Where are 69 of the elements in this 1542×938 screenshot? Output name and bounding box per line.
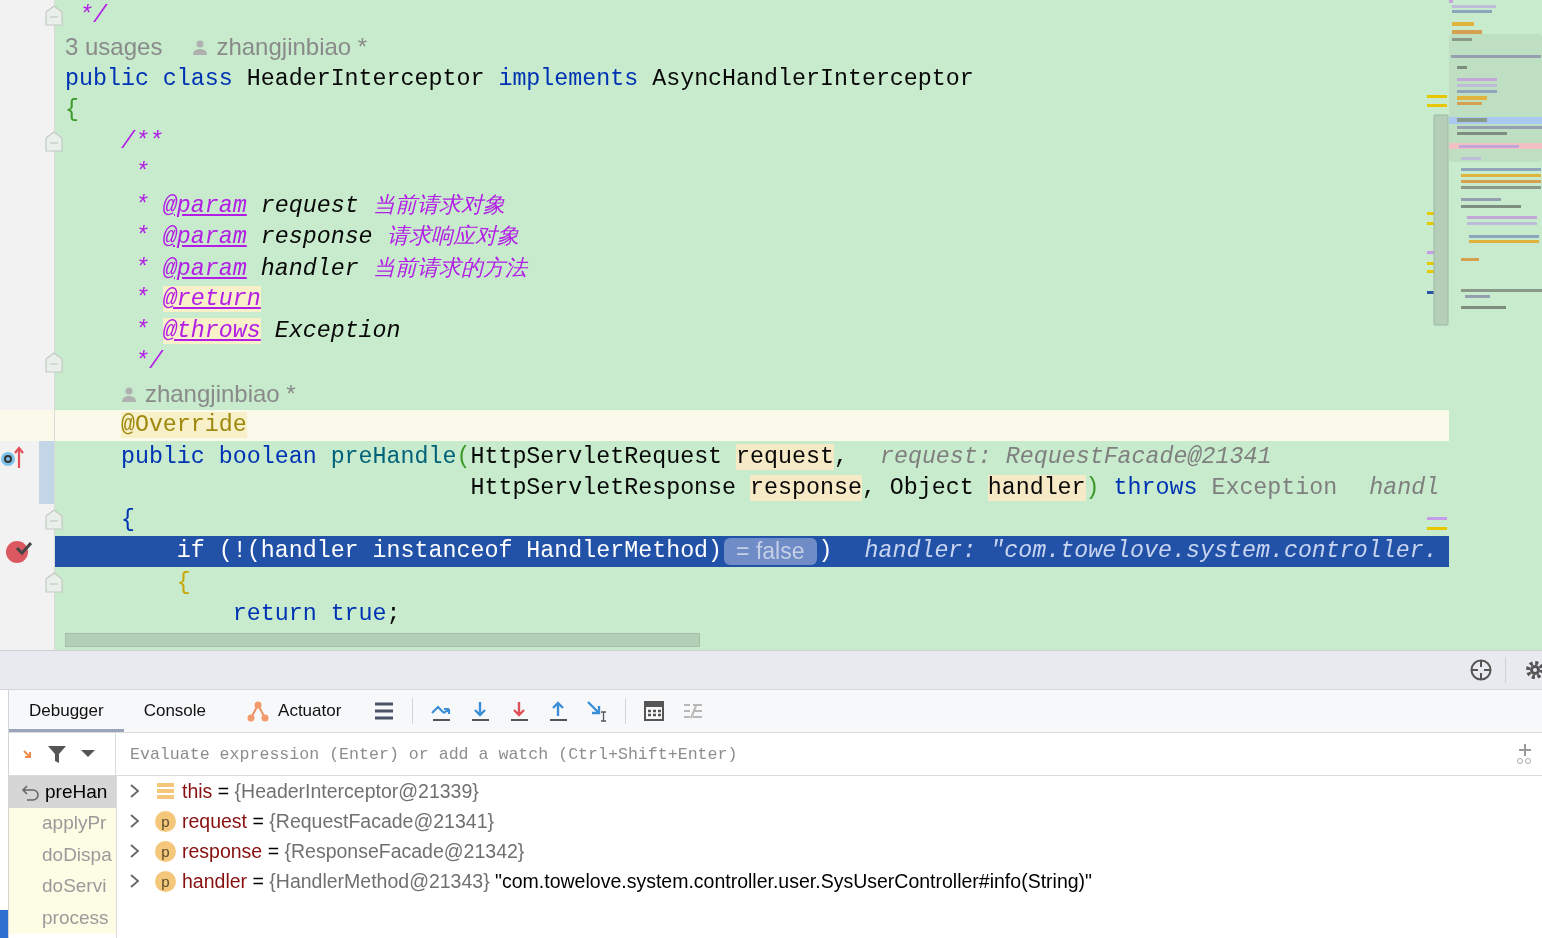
inline-value: handl — [1369, 475, 1440, 502]
force-step-into-icon[interactable] — [508, 700, 531, 722]
stack-frame[interactable]: process — [9, 902, 116, 934]
filter-icon[interactable] — [47, 744, 67, 764]
author-hint: zhangjinbiao * — [216, 33, 368, 62]
code-text: public class HeaderInterceptor implements AsyncHandlerInterceptor — [65, 65, 974, 92]
person-icon — [120, 385, 137, 402]
stack-frame[interactable]: doDispa — [9, 839, 116, 871]
stack-frame[interactable]: applyPr — [9, 807, 116, 839]
fold-marker[interactable] — [45, 5, 63, 26]
add-watch-icon[interactable] — [1516, 743, 1534, 765]
value-hint: = false — [724, 537, 817, 565]
code-text: public boolean preHandle(HttpServletRequest request, — [120, 443, 848, 470]
variable-entry: request = {RequestFacade@21341} — [182, 809, 494, 833]
parameter-badge: p — [155, 870, 176, 892]
author-hint: zhangjinbiao * — [144, 379, 296, 408]
code-text: */ — [79, 2, 107, 29]
step-into-icon[interactable] — [469, 700, 492, 722]
inline-value: request: RequestFacade@21341 — [879, 443, 1272, 470]
person-icon — [192, 39, 209, 56]
panel-tab[interactable]: Debugger — [9, 690, 124, 732]
code-text: * @param handler 当前请求的方法 — [134, 253, 527, 283]
breakpoint-icon[interactable] — [5, 538, 32, 564]
step-out-icon[interactable] — [547, 700, 570, 722]
fold-marker[interactable] — [45, 572, 63, 593]
code-text: HttpServletResponse response, Object handler) throws Exception — [470, 475, 1338, 502]
code-text: * @param request 当前请求对象 — [134, 190, 505, 220]
usages-hint[interactable]: 3 usages — [65, 33, 163, 62]
code-text: /** — [120, 128, 163, 155]
parameter-badge: p — [155, 810, 176, 832]
nodes-icon — [246, 699, 271, 723]
code-text: * @param response 请求响应对象 — [134, 222, 519, 252]
run-to-cursor-icon[interactable] — [586, 700, 609, 722]
fields-icon — [155, 780, 176, 802]
panel-tab[interactable]: Console — [123, 690, 227, 732]
code-text: ) — [818, 538, 833, 565]
step-arrow-icon — [23, 749, 33, 759]
code-text: */ — [134, 349, 163, 376]
scrollbar[interactable] — [65, 633, 700, 647]
code-text: { — [65, 97, 79, 124]
dropdown-caret-icon[interactable] — [81, 749, 95, 759]
panel-tab[interactable]: Actuator — [226, 690, 362, 732]
side-marker — [0, 910, 8, 938]
expand-chevron-icon[interactable] — [129, 814, 141, 828]
fold-marker[interactable] — [45, 509, 63, 530]
variable-entry: handler = {HandlerMethod@21343} "com.towelove.system.controller.user.SysUserController#info(String)" — [182, 869, 1092, 893]
code-text: { — [176, 569, 191, 596]
inline-value: handler: "com.towelove.system.controller. — [864, 538, 1438, 565]
variable-entry: this = {HeaderInterceptor@21339} — [182, 779, 479, 803]
stack-frame[interactable]: doServi — [9, 870, 116, 902]
expand-chevron-icon[interactable] — [129, 874, 141, 888]
watch-field[interactable]: Evaluate expression (Enter) or add a watch (Ctrl+Shift+Enter) — [128, 743, 1516, 765]
calculator-icon[interactable] — [643, 700, 666, 722]
stack-frame[interactable]: preHan — [9, 776, 116, 808]
fold-marker[interactable] — [45, 131, 63, 152]
threads-menu-icon[interactable] — [373, 700, 396, 722]
expand-chevron-icon[interactable] — [129, 844, 141, 858]
code-text: @Override — [120, 412, 247, 439]
code-text: return true; — [232, 601, 401, 628]
code-text: * — [134, 160, 149, 187]
parameter-badge: p — [155, 840, 176, 862]
code-text: { — [120, 506, 135, 533]
scrollbar-thumb[interactable] — [1433, 114, 1449, 326]
expand-chevron-icon[interactable] — [129, 784, 141, 798]
variable-entry: response = {ResponseFacade@21342} — [182, 839, 525, 863]
code-text: * @throws Exception — [134, 317, 401, 344]
code-text: if (!(handler instanceof HandlerMethod) — [176, 538, 723, 565]
crosshair-icon[interactable] — [1469, 658, 1493, 682]
implements-icon[interactable] — [0, 445, 26, 469]
